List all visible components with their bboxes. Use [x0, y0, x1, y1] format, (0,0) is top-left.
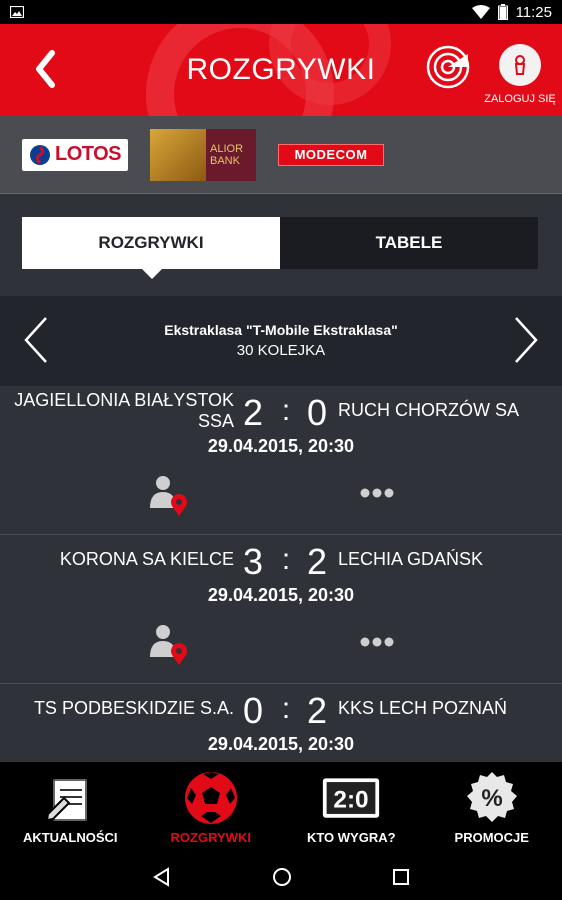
login-label: ZALOGUJ SIĘ	[484, 93, 556, 105]
home-goals: 3	[242, 541, 264, 582]
home-circle-icon[interactable]	[272, 867, 292, 887]
home-team: KORONA SA KIELCE	[59, 549, 234, 569]
referee-location-icon[interactable]	[148, 474, 190, 516]
match-list: JAGIELLONIA BIAŁYSTOK SSA 2 : 0 RUCH CHO…	[0, 386, 562, 762]
nav-kto-wygra[interactable]: 2:0 KTO WYGRA?	[281, 762, 422, 854]
alior-text: ALIOR	[210, 142, 244, 155]
tab-rozgrywki[interactable]: ROZGRYWKI	[22, 217, 280, 279]
tab-tabele[interactable]: TABELE	[280, 217, 538, 269]
away-goals: 2	[306, 690, 328, 731]
next-round-button[interactable]	[508, 314, 544, 366]
away-goals: 0	[306, 392, 328, 433]
match-datetime: 29.04.2015, 20:30	[207, 436, 355, 456]
nav-label: ROZGRYWKI	[170, 830, 251, 845]
system-navigation	[0, 854, 562, 900]
alior-head-icon	[150, 128, 206, 181]
status-bar: 11:25	[0, 0, 562, 24]
lotos-text: LOTOS	[54, 143, 122, 165]
percent-text: %	[481, 785, 502, 812]
login-circle	[499, 44, 541, 86]
match-row[interactable]: TS PODBESKIDZIE S.A. 0 : 2 KKS LECH POZN…	[0, 684, 562, 762]
home-goals: 2	[242, 392, 264, 433]
home-team: JAGIELLONIA BIAŁYSTOK SSA	[14, 390, 234, 431]
referee-location-icon[interactable]	[148, 623, 190, 665]
more-options-icon[interactable]	[360, 635, 394, 649]
score: 2 : 0	[234, 392, 338, 433]
league-name: Ekstraklasa "T-Mobile Ekstraklasa"	[164, 322, 398, 338]
match-datetime: 29.04.2015, 20:30	[207, 585, 355, 605]
news-icon	[46, 777, 90, 823]
alior-bank-text: BANK	[210, 154, 240, 167]
login-button[interactable]: ZALOGUJ SIĘ	[478, 44, 562, 114]
lock-icon	[514, 55, 526, 75]
radar-button[interactable]	[425, 44, 471, 90]
sponsor-bar: LOTOS ALIOR BANK MODECOM	[0, 116, 562, 194]
score-separator: :	[281, 543, 291, 576]
league-navigator: Ekstraklasa "T-Mobile Ekstraklasa" 30 KO…	[0, 296, 562, 386]
home-team: TS PODBESKIDZIE S.A.	[33, 698, 234, 718]
nav-aktualnosci[interactable]: AKTUALNOŚCI	[0, 762, 141, 854]
home-goals: 0	[242, 690, 264, 731]
away-goals: 2	[306, 541, 328, 582]
match-datetime: 29.04.2015, 20:30	[207, 734, 355, 754]
score: 3 : 2	[234, 541, 338, 582]
image-notification-icon	[10, 6, 24, 18]
modecom-logo[interactable]: MODECOM	[278, 143, 384, 166]
more-options-icon[interactable]	[360, 486, 394, 500]
chevron-right-icon	[515, 317, 538, 363]
match-row[interactable]: JAGIELLONIA BIAŁYSTOK SSA 2 : 0 RUCH CHO…	[0, 386, 562, 535]
away-team: LECHIA GDAŃSK	[338, 549, 484, 569]
nav-label: PROMOCJE	[454, 830, 529, 845]
battery-icon	[497, 4, 508, 20]
match-row[interactable]: KORONA SA KIELCE 3 : 2 LECHIA GDAŃSK 29.…	[0, 535, 562, 684]
wifi-icon	[471, 5, 490, 19]
round-label: 30 KOLEJKA	[236, 342, 326, 359]
tab-bar: ROZGRYWKI TABELE	[22, 217, 538, 279]
app-header: ROZGRYWKI ZALOGUJ SIĘ	[0, 24, 562, 116]
nav-label: AKTUALNOŚCI	[22, 830, 118, 845]
lotos-flower-icon	[29, 144, 50, 165]
lotos-logo[interactable]: LOTOS	[22, 138, 128, 171]
scoreboard-text: 2:0	[334, 786, 369, 813]
nav-rozgrywki[interactable]: ROZGRYWKI	[141, 762, 282, 854]
scoreboard-icon: 2:0	[323, 778, 380, 818]
back-triangle-icon[interactable]	[152, 867, 172, 887]
recents-square-icon[interactable]	[392, 868, 410, 886]
away-team: RUCH CHORZÓW SA	[338, 400, 519, 420]
nav-label: KTO WYGRA?	[306, 830, 396, 845]
away-team: KKS LECH POZNAŃ	[338, 698, 508, 718]
bottom-navigation: AKTUALNOŚCI ROZGRYWKI 2:0 KTO WYGRA? % P…	[0, 762, 562, 854]
radar-icon	[426, 45, 470, 89]
football-icon	[184, 772, 237, 824]
score-separator: :	[281, 394, 291, 427]
percent-badge-icon: %	[466, 772, 517, 822]
nav-promocje[interactable]: % PROMOCJE	[422, 762, 562, 854]
clock: 11:25	[515, 3, 552, 21]
score: 0 : 2	[234, 690, 338, 731]
alior-bank-logo[interactable]: ALIOR BANK	[150, 128, 256, 181]
score-separator: :	[281, 692, 291, 725]
